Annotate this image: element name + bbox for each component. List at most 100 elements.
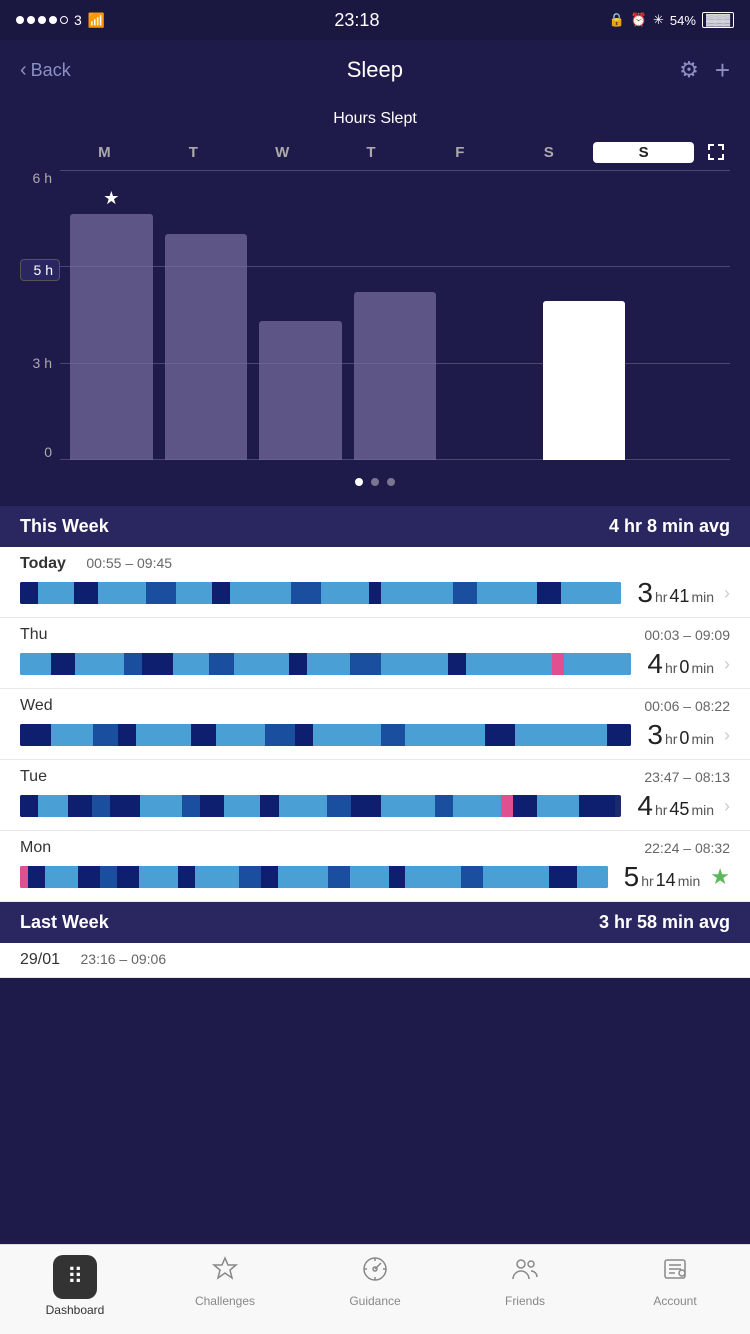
- status-right: 🔒 ⏰ ✳ 54% ▓▓▓: [609, 12, 734, 28]
- this-week-title: This Week: [20, 516, 109, 537]
- sleep-entry-thu[interactable]: Thu 00:03 – 09:09: [0, 618, 750, 689]
- account-icon: [661, 1255, 689, 1290]
- this-week-avg: 4 hr 8 min avg: [609, 516, 730, 537]
- chart-bars-area: ★: [60, 170, 730, 470]
- chevron-left-icon: ‹: [20, 59, 27, 82]
- sleep-bar-tue: [20, 795, 621, 817]
- sleep-entry-tue-row: 4 hr 45 min ›: [20, 790, 730, 822]
- chart-day-m: M: [60, 144, 149, 161]
- bars-wrapper: ★: [60, 170, 730, 460]
- page-title: Sleep: [347, 57, 403, 83]
- wifi-icon: 📶: [88, 12, 105, 29]
- dot4: [49, 16, 57, 24]
- status-bar: 3 📶 23:18 🔒 ⏰ ✳ 54% ▓▓▓: [0, 0, 750, 40]
- bar-t2: [354, 292, 437, 460]
- chevron-wed: ›: [724, 725, 730, 746]
- sleep-viz-today: [20, 582, 621, 604]
- nav-actions: ⚙ +: [679, 55, 730, 86]
- add-icon[interactable]: +: [715, 55, 730, 86]
- tab-challenges-label: Challenges: [195, 1294, 255, 1308]
- bar-m: ★: [70, 214, 153, 461]
- sleep-entry-today-header: Today 00:55 – 09:45: [20, 555, 730, 573]
- dot5: [60, 16, 68, 24]
- settings-icon[interactable]: ⚙: [679, 57, 699, 83]
- sleep-entry-wed-header: Wed 00:06 – 08:22: [20, 697, 730, 715]
- sleep-viz-wed: [20, 724, 631, 746]
- dot1: [16, 16, 24, 24]
- sleep-duration-tue: 4 hr 45 min ›: [637, 790, 730, 822]
- dashboard-icon: ⠿: [53, 1255, 97, 1299]
- last-week-title: Last Week: [20, 912, 109, 933]
- chart-day-s2[interactable]: S: [593, 142, 694, 163]
- dot2: [27, 16, 35, 24]
- last-week-header: Last Week 3 hr 58 min avg: [0, 902, 750, 943]
- chart-dot-1[interactable]: [355, 478, 363, 486]
- chart-section: Hours Slept M T W T F S S 6 h 5 h: [0, 100, 750, 506]
- chart-dot-2[interactable]: [371, 478, 379, 486]
- status-left: 3 📶: [16, 12, 105, 29]
- chart-title: Hours Slept: [20, 110, 730, 128]
- sleep-duration-thu: 4 hr 0 min ›: [647, 648, 730, 680]
- sleep-entry-mon-row: 5 hr 14 min ★: [20, 861, 730, 893]
- bar-w: [259, 321, 342, 460]
- chart-day-w: W: [238, 144, 327, 161]
- expand-chart-button[interactable]: [702, 138, 730, 166]
- tab-guidance-label: Guidance: [349, 1294, 400, 1308]
- back-label: Back: [31, 60, 71, 81]
- y-label-6h: 6 h: [20, 170, 60, 186]
- chart-pagination-dots: [20, 478, 730, 486]
- sleep-list: Today 00:55 – 09:45: [0, 547, 750, 902]
- tab-guidance[interactable]: Guidance: [300, 1255, 450, 1308]
- chevron-tue: ›: [724, 796, 730, 817]
- sleep-bar-mon: [20, 866, 608, 888]
- bar-star-m: ★: [103, 188, 119, 209]
- tab-account[interactable]: Account: [600, 1255, 750, 1308]
- sleep-entry-today[interactable]: Today 00:55 – 09:45: [0, 547, 750, 618]
- y-label-3h: 3 h: [20, 355, 60, 371]
- sleep-bar-today: [20, 582, 621, 604]
- chevron-today: ›: [724, 583, 730, 604]
- tab-dashboard-label: Dashboard: [46, 1303, 105, 1317]
- last-week-entry[interactable]: 29/01 23:16 – 09:06: [0, 943, 750, 978]
- tab-bar: ⠿ Dashboard Challenges Guidance: [0, 1244, 750, 1334]
- friends-icon: [511, 1255, 539, 1290]
- tab-account-label: Account: [653, 1294, 696, 1308]
- guidance-icon: [361, 1255, 389, 1290]
- sleep-entry-wed[interactable]: Wed 00:06 – 08:22: [0, 689, 750, 760]
- bar-s: [543, 301, 626, 461]
- sleep-entry-thu-row: 4 hr 0 min ›: [20, 648, 730, 680]
- sleep-bar-thu: [20, 653, 631, 675]
- chevron-thu: ›: [724, 654, 730, 675]
- bluetooth-icon: ✳: [653, 12, 664, 28]
- sleep-viz-tue: [20, 795, 621, 817]
- sleep-entry-tue-header: Tue 23:47 – 08:13: [20, 768, 730, 786]
- chart-day-f: F: [415, 144, 504, 161]
- scroll-area: Hours Slept M T W T F S S 6 h 5 h: [0, 100, 750, 1244]
- battery-icon: ▓▓▓: [702, 12, 734, 28]
- sleep-entry-tue[interactable]: Tue 23:47 – 08:13: [0, 760, 750, 831]
- chart-day-t2: T: [327, 144, 416, 161]
- last-week-avg: 3 hr 58 min avg: [599, 912, 730, 933]
- chart-y-axis: 6 h 5 h 3 h 0: [20, 170, 60, 470]
- sleep-duration-mon: 5 hr 14 min ★: [624, 861, 730, 893]
- lock-icon: 🔒: [609, 12, 625, 28]
- tab-friends[interactable]: Friends: [450, 1255, 600, 1308]
- this-week-header: This Week 4 hr 8 min avg: [0, 506, 750, 547]
- tab-dashboard[interactable]: ⠿ Dashboard: [0, 1255, 150, 1317]
- chart-container: 6 h 5 h 3 h 0 ★: [20, 170, 730, 470]
- y-label-0: 0: [20, 444, 60, 460]
- alarm-icon: ⏰: [631, 12, 647, 28]
- bar-col-s2: [637, 170, 720, 460]
- sleep-day-today: Today 00:55 – 09:45: [20, 555, 172, 573]
- sleep-entry-mon[interactable]: Mon 22:24 – 08:32: [0, 831, 750, 902]
- carrier-label: 3: [74, 12, 82, 28]
- sleep-viz-mon: [20, 866, 608, 888]
- signal-dots: [16, 16, 68, 24]
- tab-challenges[interactable]: Challenges: [150, 1255, 300, 1308]
- sleep-duration-wed: 3 hr 0 min ›: [647, 719, 730, 751]
- sleep-viz-thu: [20, 653, 631, 675]
- chart-dot-3[interactable]: [387, 478, 395, 486]
- back-button[interactable]: ‹ Back: [20, 59, 71, 82]
- sleep-entry-wed-row: 3 hr 0 min ›: [20, 719, 730, 751]
- bar-t1: [165, 234, 248, 460]
